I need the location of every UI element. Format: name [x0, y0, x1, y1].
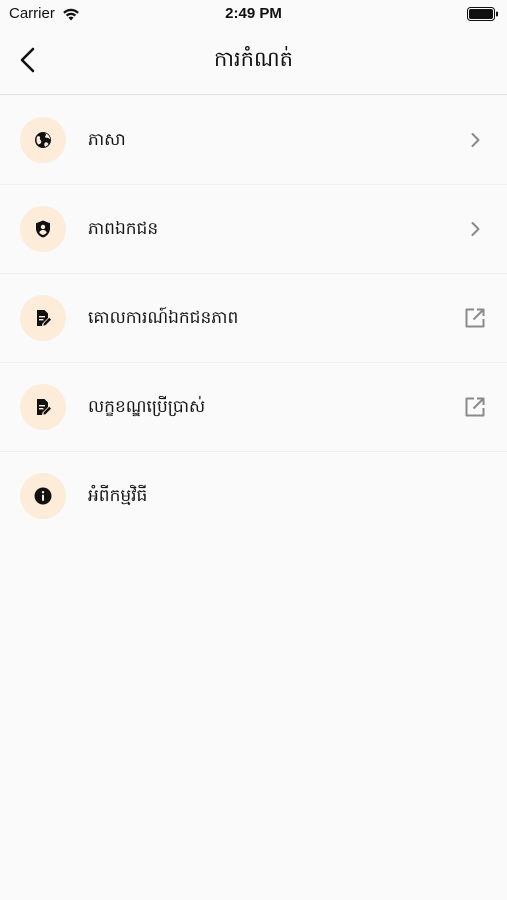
external-link-icon — [465, 397, 485, 417]
settings-item-label: អំពីកម្មវិធី — [88, 486, 148, 506]
trailing-container — [463, 217, 487, 241]
settings-item-about-app[interactable]: អំពីកម្មវិធី — [0, 452, 507, 540]
external-link-icon — [465, 308, 485, 328]
globe-icon — [35, 132, 51, 148]
icon-circle — [20, 206, 66, 252]
battery-icon — [467, 7, 498, 21]
settings-item-label: លក្ខខណ្ឌប្រើប្រាស់ — [88, 397, 206, 417]
icon-circle — [20, 473, 66, 519]
chevron-right-icon — [471, 133, 480, 147]
info-icon — [34, 487, 52, 505]
page-title: ការកំណត់ — [214, 47, 293, 71]
document-edit-icon — [37, 310, 51, 326]
chevron-right-icon — [471, 222, 480, 236]
settings-item-privacy-policy[interactable]: គោលការណ៍ឯកជនភាព — [0, 274, 507, 363]
icon-circle — [20, 384, 66, 430]
navigation-bar: ការកំណត់ — [0, 28, 507, 95]
settings-item-privacy[interactable]: ភាពឯកជន — [0, 185, 507, 274]
trailing-container — [463, 395, 487, 419]
status-bar: Carrier 2:49 PM — [0, 0, 507, 28]
settings-item-label: គោលការណ៍ឯកជនភាព — [88, 308, 239, 328]
settings-item-terms-of-use[interactable]: លក្ខខណ្ឌប្រើប្រាស់ — [0, 363, 507, 452]
settings-item-label: ភាសា — [88, 130, 126, 150]
trailing-container — [463, 128, 487, 152]
shield-person-icon — [36, 220, 50, 238]
icon-circle — [20, 117, 66, 163]
trailing-container — [463, 306, 487, 330]
settings-list: ភាសា ភាពឯកជន គោលការណ៍ឯកជនភាព លក្ខខណ្ឌប្រ… — [0, 96, 507, 540]
settings-item-language[interactable]: ភាសា — [0, 96, 507, 185]
document-edit-icon — [37, 399, 51, 415]
settings-item-label: ភាពឯកជន — [88, 219, 159, 239]
icon-circle — [20, 295, 66, 341]
status-time: 2:49 PM — [225, 5, 282, 22]
